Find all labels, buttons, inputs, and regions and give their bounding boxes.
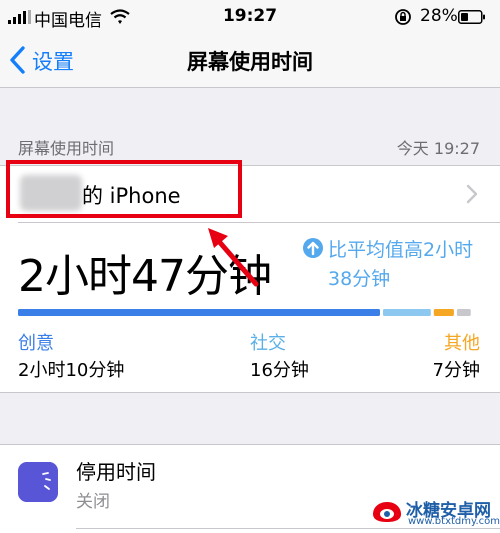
- category-value-social: 16分钟: [250, 360, 309, 381]
- average-comparison: 比平均值高2小时38分钟: [328, 239, 474, 290]
- annotation-arrow-icon: [208, 228, 259, 287]
- usage-segment: [456, 309, 471, 316]
- battery-icon: [458, 10, 485, 24]
- row-divider: [76, 528, 500, 529]
- section-header: 屏幕使用时间: [18, 139, 115, 158]
- category-label-social: 社交: [250, 333, 286, 354]
- page-title: 屏幕使用时间: [187, 50, 313, 74]
- downtime-title: 停用时间: [76, 460, 156, 484]
- usage-segment: [433, 309, 454, 316]
- usage-bar: [18, 309, 471, 316]
- orientation-lock-icon: [395, 9, 411, 25]
- arrow-up-circle-icon: [303, 238, 323, 258]
- battery-percent: 28%: [420, 6, 458, 26]
- section-date: 今天 19:27: [396, 139, 480, 158]
- downtime-moon-icon: [18, 462, 58, 502]
- watermark-url: www.btxtdmy.com: [408, 516, 500, 527]
- watermark-logo-icon: [373, 502, 401, 522]
- category-value-creative: 2小时10分钟: [18, 360, 125, 381]
- category-value-other: 7分钟: [432, 360, 480, 381]
- chevron-right-icon: [466, 184, 478, 204]
- downtime-status: 关闭: [76, 492, 110, 512]
- annotation-highlight-box: [6, 160, 242, 218]
- usage-segment: [382, 309, 431, 316]
- category-label-other: 其他: [444, 333, 480, 354]
- category-label-creative: 创意: [18, 333, 54, 354]
- usage-segment: [18, 309, 380, 316]
